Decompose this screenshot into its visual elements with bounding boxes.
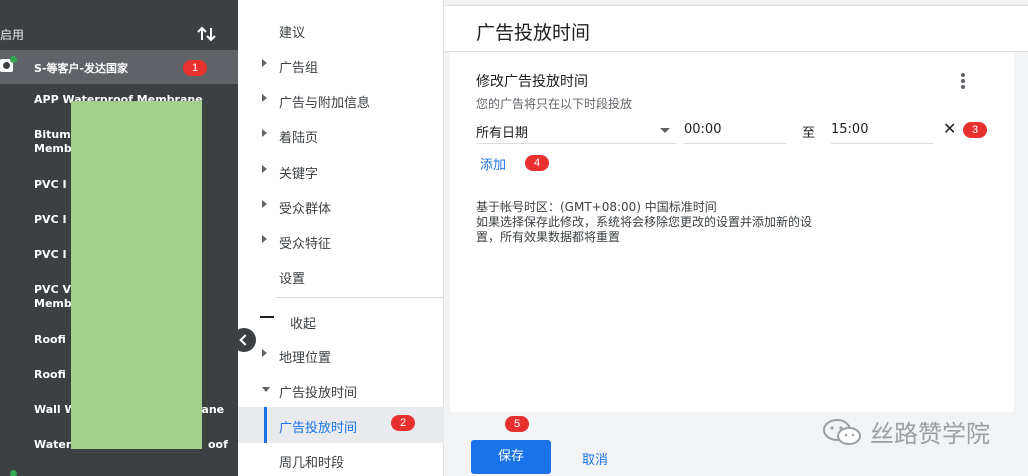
nav-item-label: 广告组 <box>279 61 319 76</box>
end-time-field[interactable]: 15:00 <box>831 116 933 144</box>
to-label: 至 <box>802 126 816 141</box>
page-header: 广告投放时间 <box>444 6 1028 52</box>
redaction-block <box>71 101 202 449</box>
nav-item-label: 地理位置 <box>279 351 332 366</box>
campaign-name: S-等客户-发达国家 <box>34 62 129 75</box>
wechat-icon <box>823 419 861 445</box>
annotation-badge: 3 <box>963 122 987 138</box>
expand-arrow-icon <box>262 129 267 137</box>
status-filter-label[interactable]: 启用 <box>0 26 24 43</box>
sidebar-header: 启用 <box>0 0 238 50</box>
campaign-name: Memb <box>34 297 72 310</box>
main-panel: 广告投放时间 修改广告投放时间 您的广告将只在以下时段投放 所有日期 00:00… <box>444 0 1028 476</box>
sidebar-collapse-toggle[interactable] <box>232 328 256 352</box>
nav-item-label: 收起 <box>290 317 317 332</box>
nav-item-label: 广告投放时间 <box>279 386 358 401</box>
campaign-name: PVC I <box>34 213 67 226</box>
nav-item-ads-extensions[interactable]: 广告与附加信息 <box>238 82 444 118</box>
watermark-text: 丝路赞学院 <box>870 420 990 448</box>
nav-item-label: 广告与附加信息 <box>279 96 371 111</box>
nav-item-label: 设置 <box>279 272 306 287</box>
sort-icon[interactable] <box>196 24 218 44</box>
enabled-status-dot <box>10 470 17 476</box>
campaign-name-suffix: oof <box>208 438 228 451</box>
card-subtitle: 您的广告将只在以下时段投放 <box>476 97 633 111</box>
timezone-notice: 基于帐号时区：(GMT+08:00) 中国标准时间 如果选择保存此修改，系统将会… <box>476 200 956 245</box>
nav-item-suggestions[interactable]: 建议 <box>238 12 444 48</box>
campaign-name: PVC V <box>34 283 71 296</box>
nav-item-label: 受众群体 <box>279 202 332 217</box>
nav-item-label: 建议 <box>279 26 306 41</box>
enabled-status-dot <box>10 56 17 63</box>
nav-item-label: 周几和时段 <box>279 456 345 471</box>
nav-item-label: 关键字 <box>279 167 319 182</box>
warning-line: 置，所有效果数据都将重置 <box>476 230 621 244</box>
nav-item-label: 广告投放时间 <box>279 421 358 436</box>
nav-item-demographics[interactable]: 受众特征 <box>238 223 444 259</box>
campaign-name: PVC I <box>34 248 67 261</box>
expand-arrow-icon <box>262 235 267 243</box>
nav-item-locations[interactable]: 地理位置 <box>238 337 444 373</box>
collapse-icon <box>260 316 274 318</box>
cancel-button[interactable]: 取消 <box>582 449 608 468</box>
nav-item-label: 着陆页 <box>279 131 319 146</box>
annotation-badge: 5 <box>505 416 529 432</box>
collapse-arrow-icon <box>262 387 270 392</box>
campaign-name: Memb <box>34 142 72 155</box>
nav-collapse[interactable]: 收起 <box>238 303 444 339</box>
remove-row-icon[interactable]: ✕ <box>943 121 956 137</box>
timezone-line: 基于帐号时区：(GMT+08:00) 中国标准时间 <box>476 200 717 214</box>
nav-item-keywords[interactable]: 关键字 <box>238 153 444 189</box>
app-root: 启用 S-等客户-发达国家 APP Waterproof Membrane Bi… <box>0 0 1028 476</box>
expand-arrow-icon <box>262 165 267 173</box>
card-title: 修改广告投放时间 <box>476 74 588 90</box>
day-select[interactable]: 所有日期 <box>476 116 676 144</box>
campaign-name: Water <box>34 438 72 451</box>
day-select-value: 所有日期 <box>476 126 529 141</box>
warning-line: 如果选择保存此修改，系统将会移除您更改的设置并添加新的设 <box>476 215 813 229</box>
expand-arrow-icon <box>262 349 267 357</box>
nav-item-settings[interactable]: 设置 <box>238 258 444 294</box>
schedule-editor-card: 修改广告投放时间 您的广告将只在以下时段投放 所有日期 00:00 至 15:0… <box>450 52 1014 412</box>
dropdown-arrow-icon <box>660 128 670 133</box>
annotation-badge: 1 <box>183 60 207 76</box>
campaign-name: Roofi <box>34 368 66 381</box>
nav-divider <box>276 297 450 298</box>
page-title: 广告投放时间 <box>476 22 591 44</box>
more-options-icon[interactable] <box>956 72 970 92</box>
nav-item-ad-groups[interactable]: 广告组 <box>238 47 444 83</box>
end-time-value: 15:00 <box>831 122 869 137</box>
nav-item-day-and-time[interactable]: 周几和时段 <box>238 442 444 476</box>
save-button[interactable]: 保存 <box>471 440 551 474</box>
add-schedule-link[interactable]: 添加 <box>480 154 506 173</box>
annotation-badge: 4 <box>525 155 549 171</box>
campaign-name: PVC I <box>34 178 67 191</box>
start-time-value: 00:00 <box>684 122 722 137</box>
expand-arrow-icon <box>262 200 267 208</box>
nav-item-audiences[interactable]: 受众群体 <box>238 188 444 224</box>
campaign-name: Bitum <box>34 128 71 141</box>
expand-arrow-icon <box>262 59 267 67</box>
annotation-badge: 2 <box>391 415 415 431</box>
nav-item-label: 受众特征 <box>279 237 332 252</box>
nav-item-ad-schedule[interactable]: 广告投放时间 <box>238 372 444 408</box>
nav-item-landing-pages[interactable]: 着陆页 <box>238 117 444 153</box>
page-nav: 建议 广告组 广告与附加信息 着陆页 关键字 受众群体 受众特征 设置 收起 地… <box>238 0 450 476</box>
campaign-name: Roofi <box>34 333 66 346</box>
start-time-field[interactable]: 00:00 <box>684 116 786 144</box>
expand-arrow-icon <box>262 94 267 102</box>
